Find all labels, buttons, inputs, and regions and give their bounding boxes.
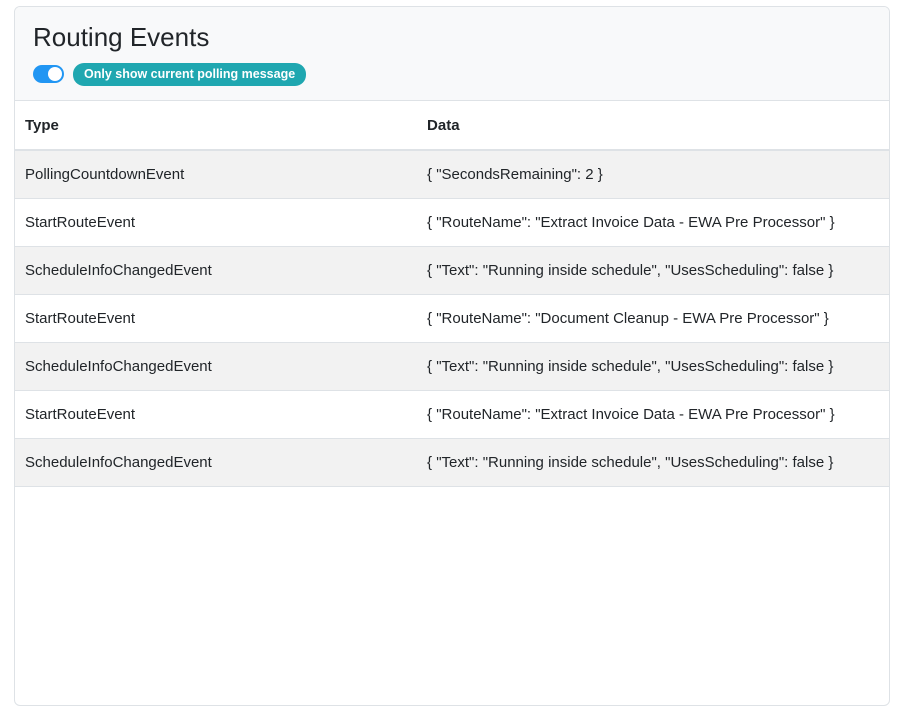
routing-events-card: Routing Events Only show current polling…	[14, 6, 890, 706]
toggle-knob-icon	[48, 67, 62, 81]
events-table-body: PollingCountdownEvent { "SecondsRemainin…	[15, 150, 889, 487]
column-header-data: Data	[417, 101, 889, 150]
polling-filter-controls: Only show current polling message	[33, 63, 871, 86]
event-type-cell: ScheduleInfoChangedEvent	[15, 342, 417, 390]
event-type-cell: ScheduleInfoChangedEvent	[15, 246, 417, 294]
event-type-cell: StartRouteEvent	[15, 294, 417, 342]
event-type-cell: ScheduleInfoChangedEvent	[15, 438, 417, 486]
page-title: Routing Events	[33, 22, 871, 53]
event-data-cell: { "Text": "Running inside schedule", "Us…	[417, 246, 889, 294]
polling-filter-badge: Only show current polling message	[73, 63, 306, 86]
table-row: PollingCountdownEvent { "SecondsRemainin…	[15, 150, 889, 199]
events-table-head: Type Data	[15, 101, 889, 150]
table-row: StartRouteEvent { "RouteName": "Extract …	[15, 198, 889, 246]
event-data-cell: { "RouteName": "Document Cleanup - EWA P…	[417, 294, 889, 342]
event-type-cell: StartRouteEvent	[15, 390, 417, 438]
event-data-cell: { "RouteName": "Extract Invoice Data - E…	[417, 198, 889, 246]
card-header: Routing Events Only show current polling…	[15, 7, 889, 101]
table-row: ScheduleInfoChangedEvent { "Text": "Runn…	[15, 342, 889, 390]
event-data-cell: { "SecondsRemaining": 2 }	[417, 150, 889, 199]
column-header-type: Type	[15, 101, 417, 150]
polling-filter-toggle[interactable]	[33, 65, 64, 83]
table-row: StartRouteEvent { "RouteName": "Extract …	[15, 390, 889, 438]
event-data-cell: { "RouteName": "Extract Invoice Data - E…	[417, 390, 889, 438]
event-type-cell: PollingCountdownEvent	[15, 150, 417, 199]
table-row: ScheduleInfoChangedEvent { "Text": "Runn…	[15, 438, 889, 486]
event-type-cell: StartRouteEvent	[15, 198, 417, 246]
table-row: StartRouteEvent { "RouteName": "Document…	[15, 294, 889, 342]
events-table: Type Data PollingCountdownEvent { "Secon…	[15, 101, 889, 487]
event-data-cell: { "Text": "Running inside schedule", "Us…	[417, 342, 889, 390]
header-row: Type Data	[15, 101, 889, 150]
table-row: ScheduleInfoChangedEvent { "Text": "Runn…	[15, 246, 889, 294]
event-data-cell: { "Text": "Running inside schedule", "Us…	[417, 438, 889, 486]
